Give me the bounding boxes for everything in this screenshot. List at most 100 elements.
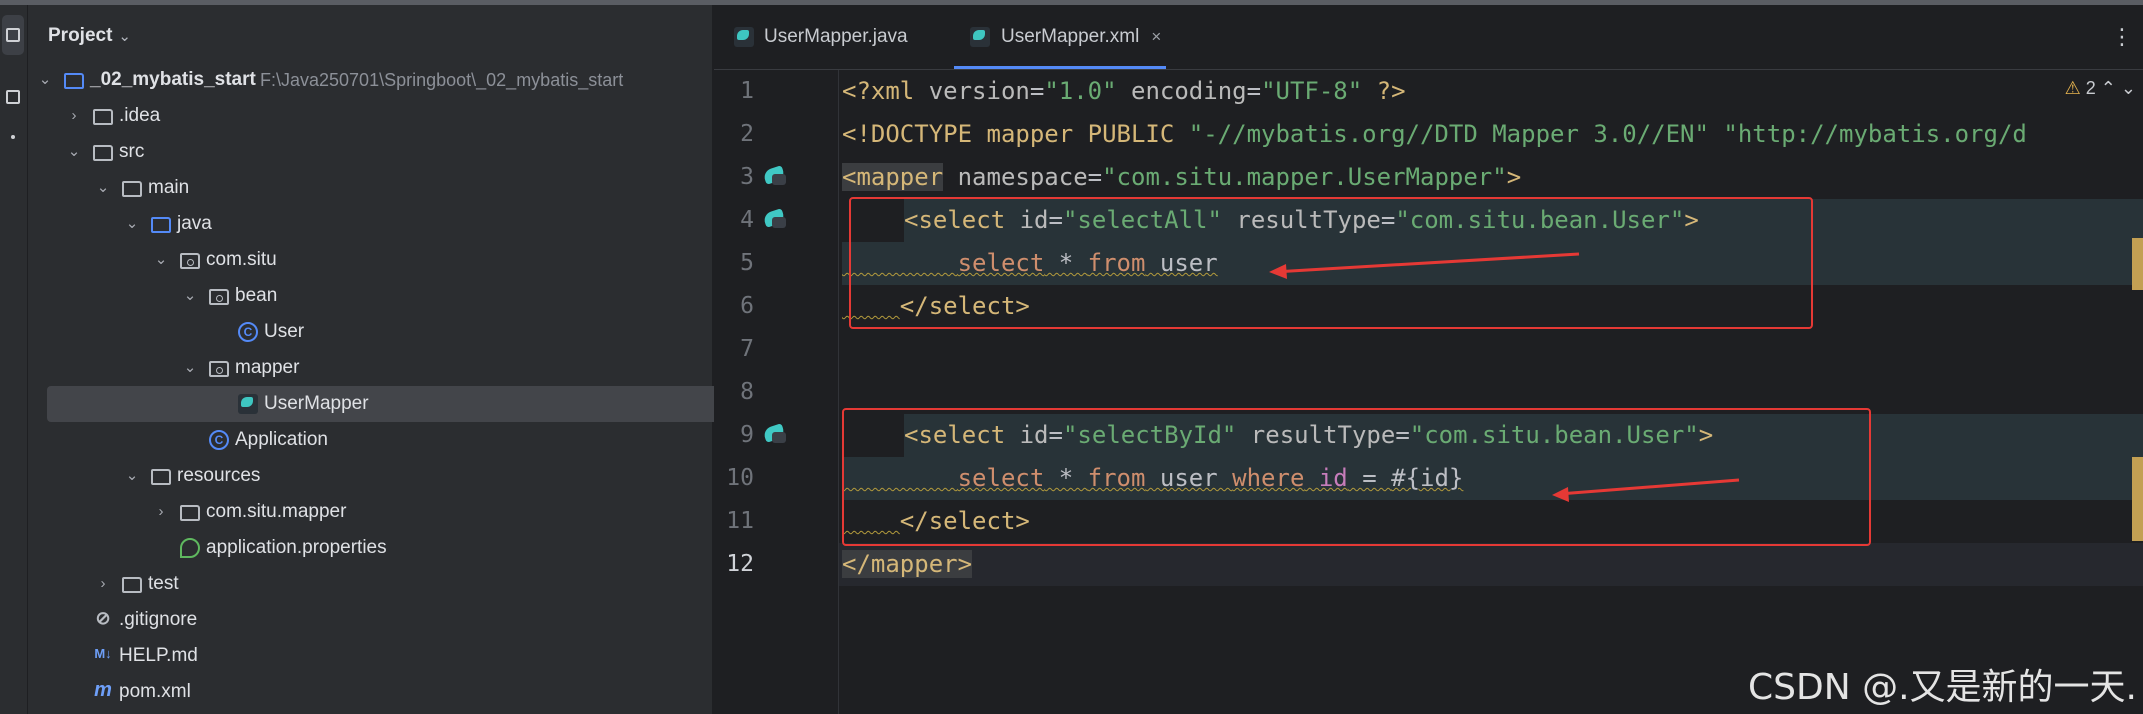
project-panel-title: Project — [48, 25, 113, 46]
tree-item-label: com.situ.mapper — [206, 501, 347, 522]
more-vertical-icon[interactable]: ⋮ — [2111, 25, 2133, 50]
tree-item-label: mapper — [235, 357, 300, 378]
chevron-down-icon[interactable]: ⌄ — [123, 458, 141, 494]
folder-icon — [93, 109, 113, 125]
tree-item-label: Application — [235, 429, 328, 450]
mybatis-navigate-icon[interactable] — [762, 164, 788, 186]
activity-bar — [0, 5, 28, 714]
mybatis-navigate-icon[interactable] — [762, 207, 788, 229]
tree-item-label: test — [148, 573, 179, 594]
tree-item-bean[interactable]: ⌄ bean — [28, 278, 712, 314]
tree-item-label: .idea — [119, 105, 161, 126]
tree-item-label: java — [177, 213, 212, 234]
code-editor[interactable]: ⚠ 2 ⌃ ⌄ <?xml version="1.0" encoding="UT… — [838, 70, 2143, 714]
tree-item-label: main — [148, 177, 190, 198]
line-number: 1 — [740, 78, 754, 104]
line-number: 9 — [740, 422, 754, 448]
line-number: 11 — [726, 508, 754, 534]
tree-item-idea[interactable]: › .idea — [28, 98, 712, 134]
chevron-down-icon[interactable]: ⌄ — [36, 62, 54, 98]
tree-item-resources[interactable]: ⌄ resources — [28, 458, 712, 494]
annotation-arrowhead — [1269, 264, 1287, 279]
chevron-right-icon[interactable]: › — [94, 566, 112, 602]
editor-tab-bar: UserMapper.java UserMapper.xml × ⋮ — [714, 5, 2143, 70]
tree-item-com-situ[interactable]: ⌄ com.situ — [28, 242, 712, 278]
annotation-arrowhead — [1552, 487, 1569, 502]
mybatis-xml-icon — [970, 27, 990, 47]
mybatis-navigate-icon[interactable] — [762, 422, 788, 444]
chevron-down-icon[interactable]: ⌄ — [181, 278, 199, 314]
scroll-marker[interactable] — [2132, 238, 2143, 290]
markdown-icon: M↓ — [94, 646, 112, 661]
folder-icon — [122, 577, 142, 593]
tree-item-java[interactable]: ⌄ java — [28, 206, 712, 242]
package-icon — [180, 253, 200, 269]
chevron-down-icon[interactable]: ⌄ — [65, 134, 83, 170]
chevron-down-icon[interactable]: ⌄ — [181, 350, 199, 386]
tree-item-label: HELP.md — [119, 645, 198, 666]
tree-item-label: .gitignore — [119, 609, 198, 630]
package-icon — [209, 289, 229, 305]
tree-item-application[interactable]: C Application — [28, 422, 712, 458]
structure-icon — [6, 90, 20, 104]
line-number: 10 — [726, 465, 754, 491]
tree-item-gitignore[interactable]: ⊘ .gitignore — [28, 602, 712, 638]
tree-item-help-md[interactable]: M↓ HELP.md — [28, 638, 712, 674]
tree-item-label: bean — [235, 285, 278, 306]
close-tab-icon[interactable]: × — [1151, 27, 1161, 46]
project-icon — [6, 28, 20, 42]
line-number: 4 — [740, 207, 754, 233]
tree-item-label: pom.xml — [119, 681, 191, 702]
tree-item-pom-xml[interactable]: m pom.xml — [28, 674, 712, 710]
chevron-down-icon[interactable]: ⌄ — [152, 242, 170, 278]
gitignore-icon: ⊘ — [95, 608, 111, 628]
structure-tool-button[interactable] — [2, 77, 24, 117]
tree-item-usermapper[interactable]: UserMapper — [47, 386, 723, 422]
line-number: 7 — [740, 336, 754, 362]
tree-item-test[interactable]: › test — [28, 566, 712, 602]
editor-gutter: 1 2 3 4 5 6 7 8 9 10 11 12 — [714, 70, 838, 714]
project-tool-button[interactable] — [2, 15, 24, 55]
tab-label: UserMapper.java — [764, 26, 908, 47]
tab-usermapper-xml[interactable]: UserMapper.xml × — [954, 5, 1166, 69]
mybatis-icon — [238, 394, 258, 414]
line-number-current: 12 — [726, 551, 754, 577]
csdn-watermark: CSDN @.又是新的一天. — [1748, 667, 2137, 708]
annotation-arrow-line — [1273, 252, 1580, 274]
tree-item-label: application.properties — [206, 537, 387, 558]
tree-item-user[interactable]: C User — [28, 314, 712, 350]
spring-class-icon: C — [209, 430, 229, 450]
tab-usermapper-java[interactable]: UserMapper.java — [734, 5, 908, 69]
project-panel-header[interactable]: Project ⌄ — [48, 25, 131, 47]
chevron-right-icon[interactable]: › — [65, 98, 83, 134]
line-number: 3 — [740, 164, 754, 190]
tab-label: UserMapper.xml — [1001, 26, 1140, 47]
tree-item-main[interactable]: ⌄ main — [28, 170, 712, 206]
tree-item-com-situ-mapper[interactable]: › com.situ.mapper — [28, 494, 712, 530]
line-number: 6 — [740, 293, 754, 319]
chevron-down-icon[interactable]: ⌄ — [94, 170, 112, 206]
line-number: 8 — [740, 379, 754, 405]
folder-icon — [93, 145, 113, 161]
package-icon — [209, 361, 229, 377]
scroll-marker[interactable] — [2132, 457, 2143, 541]
more-dot-icon — [11, 135, 15, 139]
tree-item-src[interactable]: ⌄ src — [28, 134, 712, 170]
chevron-right-icon[interactable]: › — [152, 494, 170, 530]
module-path: F:\Java250701\Springboot\_02_mybatis_sta… — [260, 70, 624, 90]
chevron-down-icon[interactable]: ⌄ — [123, 206, 141, 242]
tree-item-label: _02_mybatis_start — [90, 69, 256, 90]
folder-icon — [122, 181, 142, 197]
tree-item-02-mybatis-start[interactable]: ⌄ _02_mybatis_start F:\Java250701\Springbo… — [28, 62, 712, 98]
line-number: 5 — [740, 250, 754, 276]
tree-item-mapper[interactable]: ⌄ mapper — [28, 350, 712, 386]
more-tools-button[interactable] — [2, 117, 24, 157]
tree-item-application-properties[interactable]: application.properties — [28, 530, 712, 566]
tree-item-label: resources — [177, 465, 261, 486]
maven-icon: m — [94, 679, 112, 701]
tree-item-label: UserMapper — [264, 393, 369, 414]
folder-icon — [180, 505, 200, 521]
mybatis-icon — [734, 27, 754, 47]
tree-item-label: com.situ — [206, 249, 277, 270]
annotation-arrow-line — [1558, 478, 1740, 496]
